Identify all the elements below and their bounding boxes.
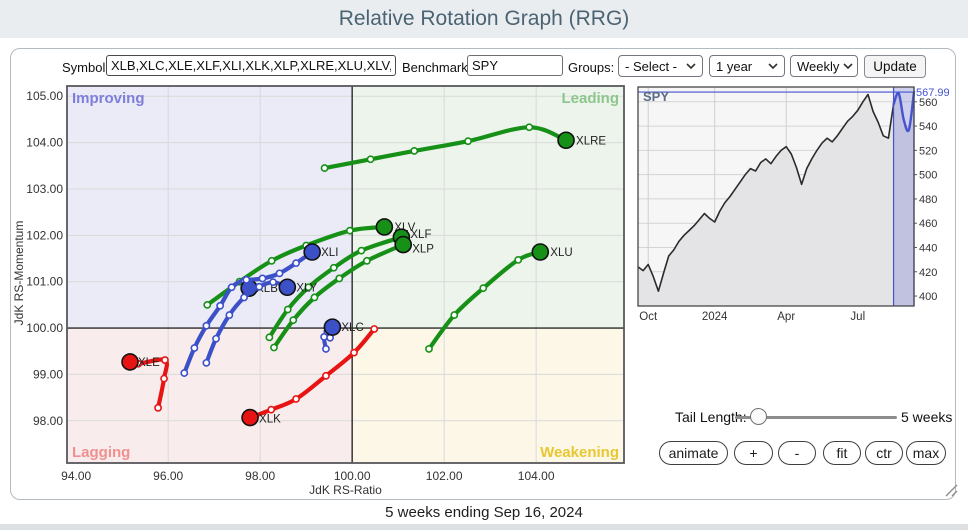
- max-button[interactable]: max: [906, 441, 946, 465]
- svg-text:440: 440: [919, 242, 937, 254]
- svg-text:JdK RS-Momentum: JdK RS-Momentum: [12, 221, 26, 326]
- rrg-label-XLP: XLP: [412, 244, 434, 256]
- rrg-head-XLY[interactable]: [279, 279, 295, 295]
- slider-thumb[interactable]: [750, 408, 767, 425]
- benchmark-label: Benchmark:: [402, 60, 471, 75]
- svg-text:105.00: 105.00: [26, 89, 63, 103]
- rrg-label-XLF: XLF: [410, 229, 431, 241]
- zoom-out-button[interactable]: -: [778, 441, 816, 465]
- center-button[interactable]: ctr: [865, 441, 903, 465]
- resize-handle-icon[interactable]: [944, 483, 958, 497]
- svg-text:400: 400: [919, 291, 937, 303]
- svg-text:103.00: 103.00: [26, 182, 63, 196]
- rrg-label-XLU: XLU: [550, 247, 572, 259]
- chevron-down-icon: [843, 63, 853, 69]
- rrg-label-XLE: XLE: [138, 357, 160, 369]
- svg-text:104.00: 104.00: [518, 469, 555, 483]
- rrg-label-XLC: XLC: [341, 322, 363, 334]
- bottom-strip: [0, 524, 968, 530]
- fit-button[interactable]: fit: [823, 441, 861, 465]
- tail-length-value: 5 weeks: [901, 409, 952, 425]
- update-button[interactable]: Update: [864, 55, 926, 78]
- chevron-down-icon: [768, 63, 778, 69]
- rrg-head-XLI[interactable]: [304, 244, 320, 260]
- period-select[interactable]: 1 year: [709, 55, 785, 77]
- rrg-chart[interactable]: ImprovingLeadingLaggingWeakeningXLVXLFXL…: [11, 83, 641, 501]
- spy-mini-chart: 400420440460480500520540560567.99Oct2024…: [633, 83, 957, 328]
- chevron-down-icon: [686, 63, 696, 69]
- rrg-head-XLU[interactable]: [532, 244, 548, 260]
- groups-select-value: - Select -: [625, 59, 677, 74]
- titlebar: Relative Rotation Graph (RRG): [0, 0, 968, 38]
- svg-text:94.00: 94.00: [61, 469, 91, 483]
- benchmark-input[interactable]: [467, 55, 563, 76]
- svg-text:520: 520: [919, 145, 937, 157]
- svg-text:480: 480: [919, 194, 937, 206]
- svg-text:Improving: Improving: [72, 90, 145, 107]
- groups-select[interactable]: - Select -: [618, 55, 703, 77]
- svg-text:Lagging: Lagging: [72, 444, 130, 461]
- page-title: Relative Rotation Graph (RRG): [0, 0, 968, 38]
- svg-text:100.00: 100.00: [334, 469, 371, 483]
- svg-text:102.00: 102.00: [426, 469, 463, 483]
- svg-text:567.99: 567.99: [916, 87, 950, 99]
- rrg-head-XLV[interactable]: [376, 219, 392, 235]
- rrg-head-XLP[interactable]: [395, 237, 411, 253]
- rrg-head-XLE[interactable]: [122, 354, 138, 370]
- svg-text:98.00: 98.00: [33, 414, 63, 428]
- svg-text:420: 420: [919, 267, 937, 279]
- main-panel: Symbols: Benchmark: Groups: - Select - 1…: [10, 48, 956, 500]
- svg-text:100.00: 100.00: [26, 321, 63, 335]
- rrg-label-XLRE: XLRE: [576, 135, 606, 147]
- frequency-select-value: Weekly: [797, 59, 839, 74]
- groups-label: Groups:: [568, 60, 614, 75]
- svg-text:Jul: Jul: [850, 311, 865, 323]
- svg-text:460: 460: [919, 218, 937, 230]
- period-select-value: 1 year: [716, 59, 752, 74]
- tail-length-slider[interactable]: [735, 407, 897, 427]
- svg-text:96.00: 96.00: [153, 469, 183, 483]
- svg-text:98.00: 98.00: [245, 469, 275, 483]
- svg-text:JdK RS-Ratio: JdK RS-Ratio: [309, 483, 382, 497]
- page: Relative Rotation Graph (RRG) Symbols: B…: [0, 0, 968, 530]
- svg-text:2024: 2024: [702, 311, 728, 323]
- symbols-input[interactable]: [106, 55, 396, 76]
- svg-text:104.00: 104.00: [26, 136, 63, 150]
- svg-text:Oct: Oct: [639, 311, 658, 323]
- rrg-head-XLRE[interactable]: [558, 132, 574, 148]
- zoom-in-button[interactable]: +: [734, 441, 773, 465]
- footer-caption: 5 weeks ending Sep 16, 2024: [0, 504, 968, 521]
- svg-text:500: 500: [919, 170, 937, 182]
- svg-text:Weakening: Weakening: [540, 444, 619, 461]
- animate-button[interactable]: animate: [659, 441, 728, 465]
- svg-text:101.00: 101.00: [26, 275, 63, 289]
- svg-text:102.00: 102.00: [26, 228, 63, 242]
- svg-text:Leading: Leading: [561, 90, 619, 107]
- rrg-head-XLC[interactable]: [324, 319, 340, 335]
- rrg-head-XLK[interactable]: [242, 410, 258, 426]
- rrg-label-XLY: XLY: [296, 282, 317, 294]
- svg-text:99.00: 99.00: [33, 367, 63, 381]
- svg-text:SPY: SPY: [643, 89, 669, 104]
- svg-text:540: 540: [919, 121, 937, 133]
- rrg-label-XLI: XLI: [321, 247, 338, 259]
- svg-text:Apr: Apr: [777, 311, 795, 323]
- frequency-select[interactable]: Weekly: [790, 55, 858, 77]
- rrg-label-XLK: XLK: [259, 414, 281, 426]
